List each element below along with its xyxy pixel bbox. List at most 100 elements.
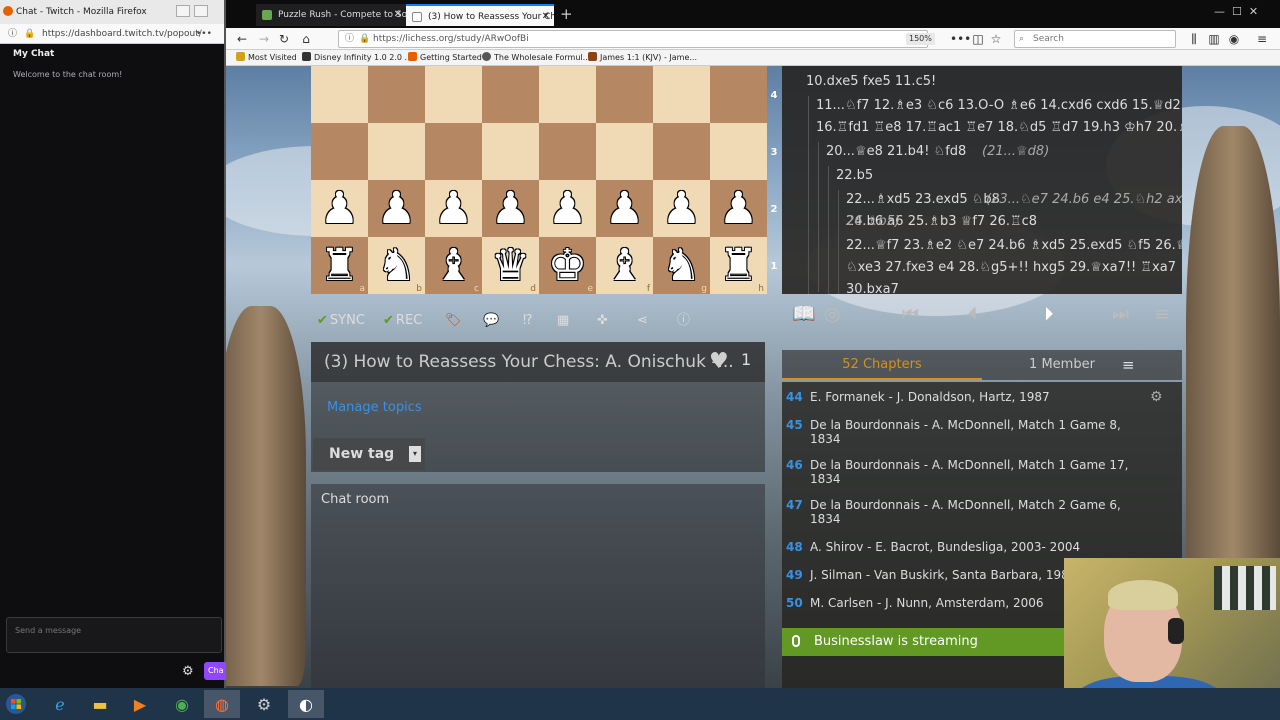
board-square[interactable]: ♝ f: [596, 237, 653, 294]
chess-piece-icon[interactable]: ♟: [719, 186, 758, 231]
streaming-banner[interactable]: Businesslaw is streaming: [782, 628, 1072, 656]
chapters-menu-icon[interactable]: ≡: [1122, 356, 1135, 374]
board-square[interactable]: ♟: [311, 180, 368, 237]
chapter-settings-gear-icon[interactable]: ⚙: [1150, 389, 1163, 405]
comment-icon[interactable]: 💬: [483, 310, 499, 332]
board-square[interactable]: [596, 123, 653, 180]
board-square[interactable]: [368, 123, 425, 180]
zoom-level[interactable]: 150%: [906, 33, 935, 45]
bookmark-disney-infinity[interactable]: Disney Infinity 1.0 2.0 ...: [302, 50, 412, 66]
bookmark-most-visited[interactable]: Most Visited: [236, 50, 297, 66]
board-square[interactable]: ♝ c: [425, 237, 482, 294]
chessboard[interactable]: ♟ ♟ ♟ ♟ ♟ ♟ ♟ ♟ ♜ a ♞ b ♝ c ♛ d ♚ e ♝ f ♞ g ♜ h: [311, 66, 767, 294]
board-square[interactable]: ♟: [653, 180, 710, 237]
new-tab-icon[interactable]: +: [560, 5, 573, 23]
board-square[interactable]: [539, 123, 596, 180]
address-bar[interactable]: ⓘ 🔒 https://lichess.org/study/ARwOofBi: [338, 30, 928, 48]
move-line[interactable]: 22.b5: [836, 168, 873, 183]
chess-piece-icon[interactable]: ♚: [548, 243, 587, 288]
tab-chapters[interactable]: 52 Chapters: [782, 350, 982, 380]
board-square[interactable]: ♟: [710, 180, 767, 237]
chess-piece-icon[interactable]: ♟: [548, 186, 587, 231]
board-square[interactable]: ♞ g: [653, 237, 710, 294]
move-line[interactable]: 22...♗xd5 23.exd5 ♘b8: [846, 192, 1000, 207]
move-variation[interactable]: (21...♕d8): [982, 144, 1049, 159]
chess-piece-icon[interactable]: ♟: [491, 186, 530, 231]
move-line[interactable]: 22...♕f7 23.♗e2 ♘e7 24.b6 ♗xd5 25.exd5 ♘…: [846, 238, 1182, 253]
internet-explorer-icon[interactable]: ℯ: [42, 690, 78, 718]
board-square[interactable]: [539, 66, 596, 123]
bookmark-james-kjv[interactable]: James 1:1 (KJV) - Jame...: [588, 50, 697, 66]
board-square[interactable]: ♟: [425, 180, 482, 237]
chat-button[interactable]: Cha: [204, 662, 226, 680]
previous-move-icon[interactable]: ⏴: [968, 300, 978, 328]
board-square[interactable]: [482, 123, 539, 180]
share-icon[interactable]: ⋖: [637, 310, 648, 332]
home-icon[interactable]: ⌂: [298, 31, 314, 47]
board-square[interactable]: ♟: [539, 180, 596, 237]
chat-settings-gear-icon[interactable]: ⚙: [182, 664, 194, 679]
board-square[interactable]: [482, 66, 539, 123]
move-variation[interactable]: 26.♗b5): [846, 214, 900, 229]
menu-icon[interactable]: ≡: [1254, 31, 1270, 47]
move-line[interactable]: 30.bxa7: [846, 282, 899, 294]
board-square[interactable]: ♜ h: [710, 237, 767, 294]
last-move-icon[interactable]: ⏭: [1112, 300, 1129, 328]
chess-piece-icon[interactable]: ♝: [434, 243, 473, 288]
close-tab-icon[interactable]: ✕: [542, 6, 550, 26]
info-icon[interactable]: ⓘ: [8, 24, 17, 43]
back-icon[interactable]: ←: [234, 31, 250, 47]
next-move-icon[interactable]: ⏵: [1044, 300, 1054, 328]
move-line[interactable]: 10.dxe5 fxe5 11.c5!: [806, 74, 936, 89]
chrome-icon[interactable]: ◉: [164, 690, 200, 718]
search-input[interactable]: ⌕ Search: [1014, 30, 1176, 48]
study-chat-room[interactable]: Chat room: [311, 484, 765, 688]
move-line[interactable]: 20...♕e8 21.b4! ♘fd8: [826, 144, 966, 159]
tags-icon[interactable]: 🏷: [445, 310, 462, 332]
move-line[interactable]: 11...♘f7 12.♗e3 ♘c6 13.O-O ♗e6 14.cxd6 c…: [816, 98, 1182, 113]
chess-piece-icon[interactable]: ♟: [377, 186, 416, 231]
chess-piece-icon[interactable]: ♟: [320, 186, 359, 231]
forward-icon[interactable]: →: [256, 31, 272, 47]
board-square[interactable]: [710, 66, 767, 123]
firefox-icon[interactable]: ◍: [204, 690, 240, 718]
board-square[interactable]: ♟: [482, 180, 539, 237]
library-icon[interactable]: ⫼: [1186, 31, 1202, 47]
move-line[interactable]: ♘xe3 27.fxe3 e4 28.♘g5+!! hxg5 29.♕xa7!!…: [846, 260, 1176, 275]
rec-toggle[interactable]: ✔ REC: [383, 310, 422, 332]
send-message-input[interactable]: Send a message: [6, 617, 222, 653]
info-icon[interactable]: ⓘ: [677, 310, 690, 332]
board-editor-icon[interactable]: ✜: [597, 310, 608, 332]
minimize-button[interactable]: [176, 5, 190, 17]
chess-piece-icon[interactable]: ♜: [320, 243, 359, 288]
file-explorer-icon[interactable]: ▬: [82, 690, 118, 718]
windows-start-icon[interactable]: [4, 693, 28, 715]
reload-icon[interactable]: ↻: [276, 31, 292, 47]
chevron-down-icon[interactable]: ▾: [409, 446, 421, 462]
server-eval-icon[interactable]: ▦: [557, 310, 569, 332]
glyphs-icon[interactable]: ⁉: [523, 310, 533, 332]
board-square[interactable]: [425, 66, 482, 123]
menu-icon[interactable]: ≡: [1154, 300, 1170, 328]
first-move-icon[interactable]: ⏮: [902, 300, 919, 328]
maximize-button[interactable]: [194, 5, 208, 17]
like-heart-icon[interactable]: ♥: [709, 349, 729, 374]
chess-piece-icon[interactable]: ♟: [434, 186, 473, 231]
media-player-icon[interactable]: ▶: [122, 690, 158, 718]
board-square[interactable]: [596, 66, 653, 123]
board-square[interactable]: ♟: [368, 180, 425, 237]
board-square[interactable]: ♜ a: [311, 237, 368, 294]
board-square[interactable]: ♛ d: [482, 237, 539, 294]
chess-piece-icon[interactable]: ♞: [377, 243, 416, 288]
twitch-url-bar[interactable]: https://dashboard.twitch.tv/popout/ ⓘ 🔒 …: [0, 24, 224, 44]
board-square[interactable]: ♚ e: [539, 237, 596, 294]
board-square[interactable]: [311, 66, 368, 123]
board-square[interactable]: ♞ b: [368, 237, 425, 294]
tab-members[interactable]: 1 Member: [982, 350, 1142, 380]
board-square[interactable]: [653, 66, 710, 123]
close-tab-icon[interactable]: ✕: [394, 4, 402, 26]
book-icon[interactable]: 📖: [792, 300, 816, 328]
info-icon[interactable]: ⓘ: [345, 31, 354, 47]
more-icon[interactable]: •••: [196, 24, 212, 43]
bookmark-getting-started[interactable]: Getting Started: [408, 50, 482, 66]
